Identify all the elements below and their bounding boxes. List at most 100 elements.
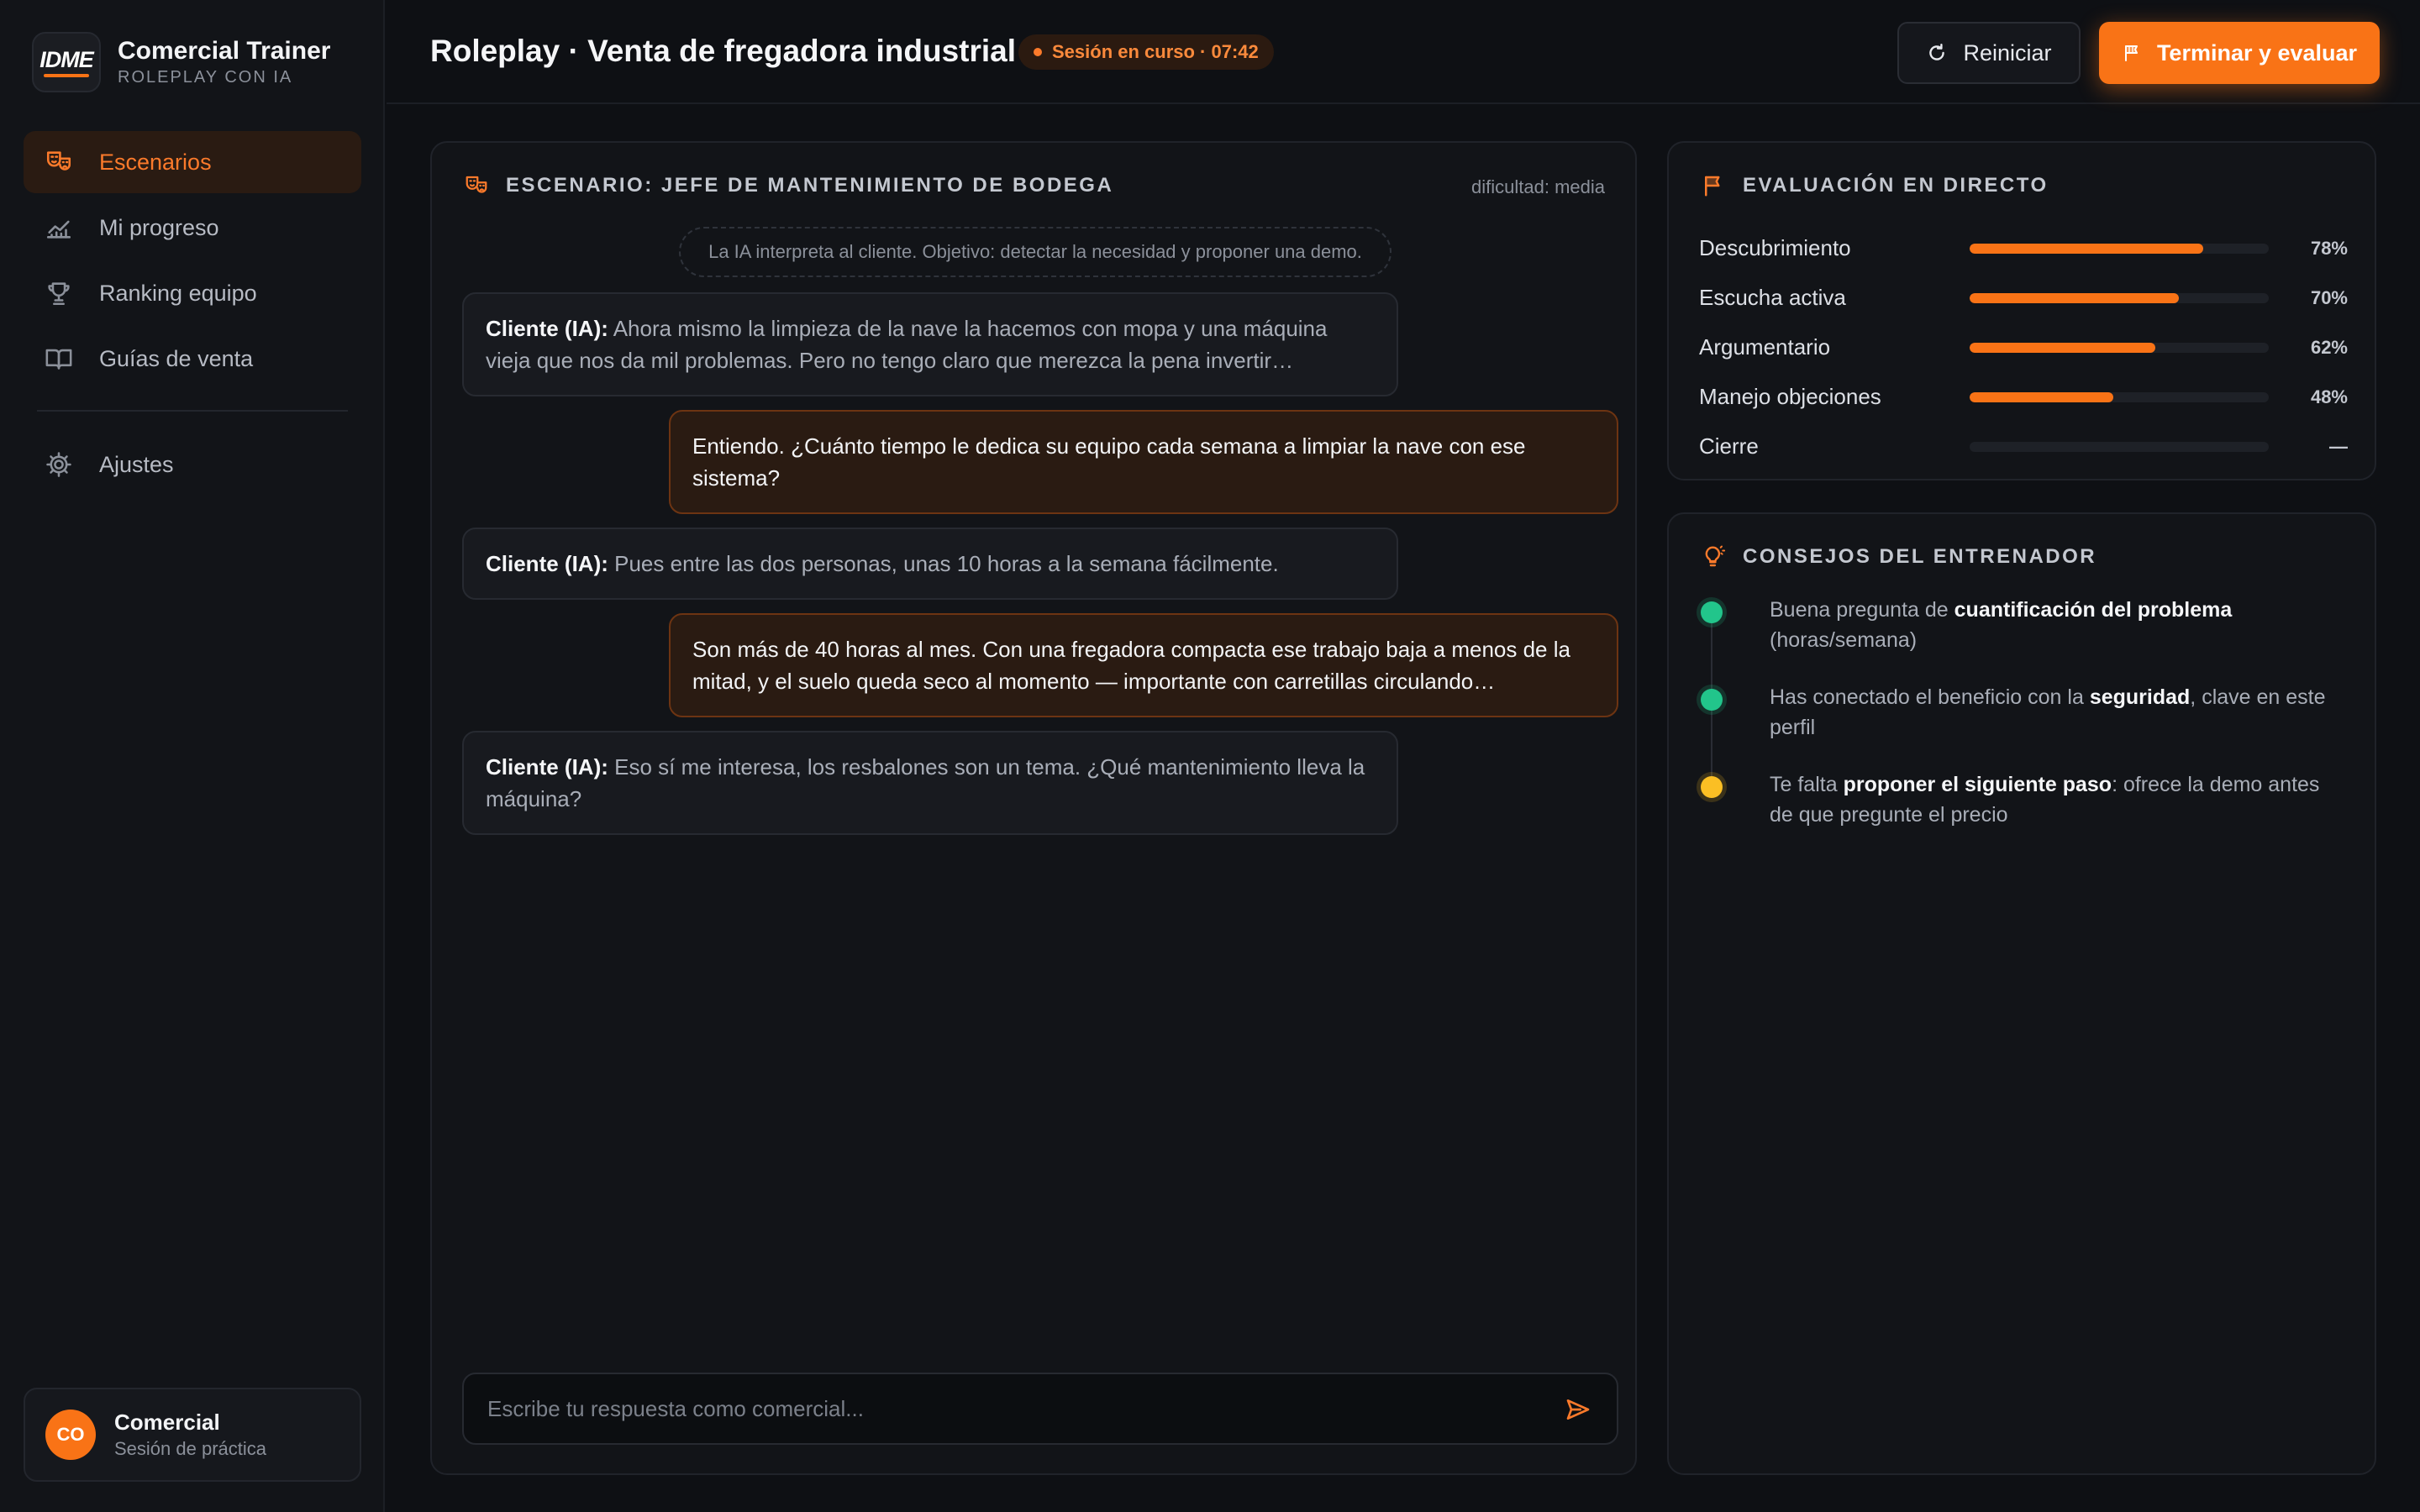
metric-row: Manejo objeciones 48%: [1699, 372, 2348, 422]
metric-label: Manejo objeciones: [1699, 384, 1881, 409]
session-status-text: Sesión en curso · 07:42: [1052, 41, 1259, 62]
lightbulb-icon: [1705, 545, 1726, 567]
user-card[interactable]: CO Comercial Sesión de práctica: [24, 1388, 361, 1482]
restart-button-label: Reiniciar: [1963, 39, 2052, 66]
metric-progress-fill: [1970, 292, 2180, 303]
sidebar-item-label: Ajustes: [99, 451, 174, 477]
metric-value: 70%: [2310, 286, 2348, 308]
tip-highlight: proponer el siguiente paso: [1843, 773, 2112, 796]
finish-button-label: Terminar y evaluar: [2156, 39, 2358, 66]
sidebar-item-ranking-equipo[interactable]: Ranking equipo: [24, 262, 361, 324]
metric-value: —: [2329, 435, 2348, 457]
message-text: Eso sí me interesa, los resbalones son u…: [486, 754, 1365, 811]
scenario-title: ESCENARIO: JEFE DE MANTENIMIENTO DE BODE…: [506, 174, 1114, 197]
sidebar-item-label: Ranking equipo: [99, 280, 257, 306]
metric-value: 78%: [2310, 237, 2348, 259]
sidebar-item-label: Mi progreso: [99, 214, 219, 240]
sidebar-item-label: Guías de venta: [99, 345, 254, 371]
metric-progress-track: [1970, 243, 2269, 254]
message-text: Ahora mismo la limpieza de la nave la ha…: [486, 316, 1328, 373]
tip-highlight: cuantificación del problema: [1954, 598, 2233, 622]
sidebar-item-escenarios[interactable]: Escenarios: [24, 131, 361, 193]
chat-message-user: Son más de 40 horas al mes. Con una freg…: [669, 613, 1618, 717]
live-dot-icon: [1034, 48, 1042, 56]
tip-text: Has conectado el beneficio con la: [1770, 685, 2090, 709]
message-composer: [462, 1373, 1618, 1445]
scenario-header: ESCENARIO: JEFE DE MANTENIMIENTO DE BODE…: [464, 173, 1113, 198]
message-text: Son más de 40 horas al mes. Con una freg…: [692, 637, 1570, 694]
tips-title: CONSEJOS DEL ENTRENADOR: [1743, 545, 2097, 568]
metric-label: Descubrimiento: [1699, 235, 1851, 260]
chat-message-ai: Cliente (IA): Pues entre las dos persona…: [462, 528, 1398, 600]
tips-list: Buena pregunta de cuantificación del pro…: [1699, 595, 2348, 857]
tip-text: Buena pregunta de: [1770, 598, 1954, 622]
brand-logo-underline: [44, 74, 89, 77]
message-speaker: Cliente (IA):: [486, 316, 608, 341]
brand-logo-text: IDME: [39, 47, 93, 72]
restart-button[interactable]: Reiniciar: [1897, 22, 2081, 84]
topbar: Roleplay · Venta de fregadora industrial…: [387, 0, 2420, 104]
checkered-flag-icon: [2124, 45, 2138, 61]
theater-masks-icon: [44, 147, 74, 177]
flag-icon: [1705, 176, 1720, 197]
page-title: Roleplay · Venta de fregadora industrial: [430, 34, 1017, 68]
trophy-icon: [44, 278, 74, 308]
metrics-list: Descubrimiento 78% Escucha activa 70% Ar…: [1699, 223, 2348, 471]
metric-progress-fill: [1970, 342, 2155, 353]
tip-text: Te falta: [1770, 773, 1844, 796]
sidebar-item-label: Escenarios: [99, 149, 212, 175]
brand-subtitle: ROLEPLAY CON IA: [118, 68, 293, 87]
chart-line-icon: [44, 213, 74, 243]
user-role: Sesión de práctica: [114, 1438, 266, 1459]
success-dot-icon: [1701, 689, 1723, 711]
metric-label: Cierre: [1699, 433, 1759, 459]
book-open-icon: [44, 344, 74, 374]
sidebar-item-guias-de-venta[interactable]: Guías de venta: [24, 328, 361, 390]
metric-value: 48%: [2310, 386, 2348, 407]
success-dot-icon: [1701, 601, 1723, 623]
chat-message-ai: Cliente (IA): Ahora mismo la limpieza de…: [462, 292, 1398, 396]
sidebar-nav: Escenarios Mi progreso Ranking equipo Gu…: [24, 131, 361, 499]
metric-value: 62%: [2310, 336, 2348, 358]
session-status-badge: Sesión en curso · 07:42: [1018, 34, 1274, 70]
tip-text: (horas/semana): [1770, 628, 1918, 652]
tip-item: Has conectado el beneficio con la seguri…: [1699, 682, 2348, 743]
metric-progress-track: [1970, 292, 2269, 303]
tip-item: Buena pregunta de cuantificación del pro…: [1699, 595, 2348, 655]
reply-input[interactable]: [487, 1374, 1546, 1443]
roleplay-instructions-notice: La IA interpreta al cliente. Objetivo: d…: [679, 227, 1392, 277]
evaluation-header: EVALUACIÓN EN DIRECTO: [1701, 173, 2049, 198]
metric-progress-fill: [1970, 391, 2113, 402]
difficulty-label: dificultad: media: [1471, 176, 1605, 197]
user-text: Comercial Sesión de práctica: [114, 1408, 266, 1462]
metric-progress-fill: [1970, 243, 2203, 254]
evaluation-title: EVALUACIÓN EN DIRECTO: [1743, 174, 2049, 197]
metric-progress-track: [1970, 441, 2269, 452]
chat-message-user: Entiendo. ¿Cuánto tiempo le dedica su eq…: [669, 410, 1618, 514]
live-evaluation-panel: EVALUACIÓN EN DIRECTO Descubrimiento 78%…: [1667, 141, 2376, 480]
tip-item: Te falta proponer el siguiente paso: ofr…: [1699, 769, 2348, 830]
metric-label: Argumentario: [1699, 334, 1831, 360]
metric-row: Argumentario 62%: [1699, 323, 2348, 372]
chat-message-ai: Cliente (IA): Eso sí me interesa, los re…: [462, 731, 1398, 835]
sidebar-divider: [37, 410, 348, 412]
metric-progress-track: [1970, 342, 2269, 353]
coach-tips-panel: CONSEJOS DEL ENTRENADOR Buena pregunta d…: [1667, 512, 2376, 1475]
send-icon[interactable]: [1565, 1396, 1591, 1423]
metric-row: Cierre —: [1699, 422, 2348, 471]
metric-progress-track: [1970, 391, 2269, 402]
message-speaker: Cliente (IA):: [486, 551, 608, 576]
brand[interactable]: IDME Comercial Trainer ROLEPLAY CON IA: [32, 30, 330, 94]
brand-title: Comercial Trainer: [118, 37, 331, 65]
message-text: Entiendo. ¿Cuánto tiempo le dedica su eq…: [692, 433, 1526, 491]
avatar: CO: [45, 1410, 96, 1460]
tips-header: CONSEJOS DEL ENTRENADOR: [1701, 544, 2096, 570]
chat-panel: ESCENARIO: JEFE DE MANTENIMIENTO DE BODE…: [430, 141, 1637, 1475]
sidebar-item-ajustes[interactable]: Ajustes: [24, 433, 361, 496]
metric-label: Escucha activa: [1699, 285, 1846, 310]
sidebar-item-mi-progreso[interactable]: Mi progreso: [24, 197, 361, 259]
brand-logo: IDME: [32, 32, 101, 92]
refresh-icon: [1929, 44, 1945, 60]
finish-evaluate-button[interactable]: Terminar y evaluar: [2099, 22, 2380, 84]
tip-highlight: seguridad: [2089, 685, 2191, 709]
